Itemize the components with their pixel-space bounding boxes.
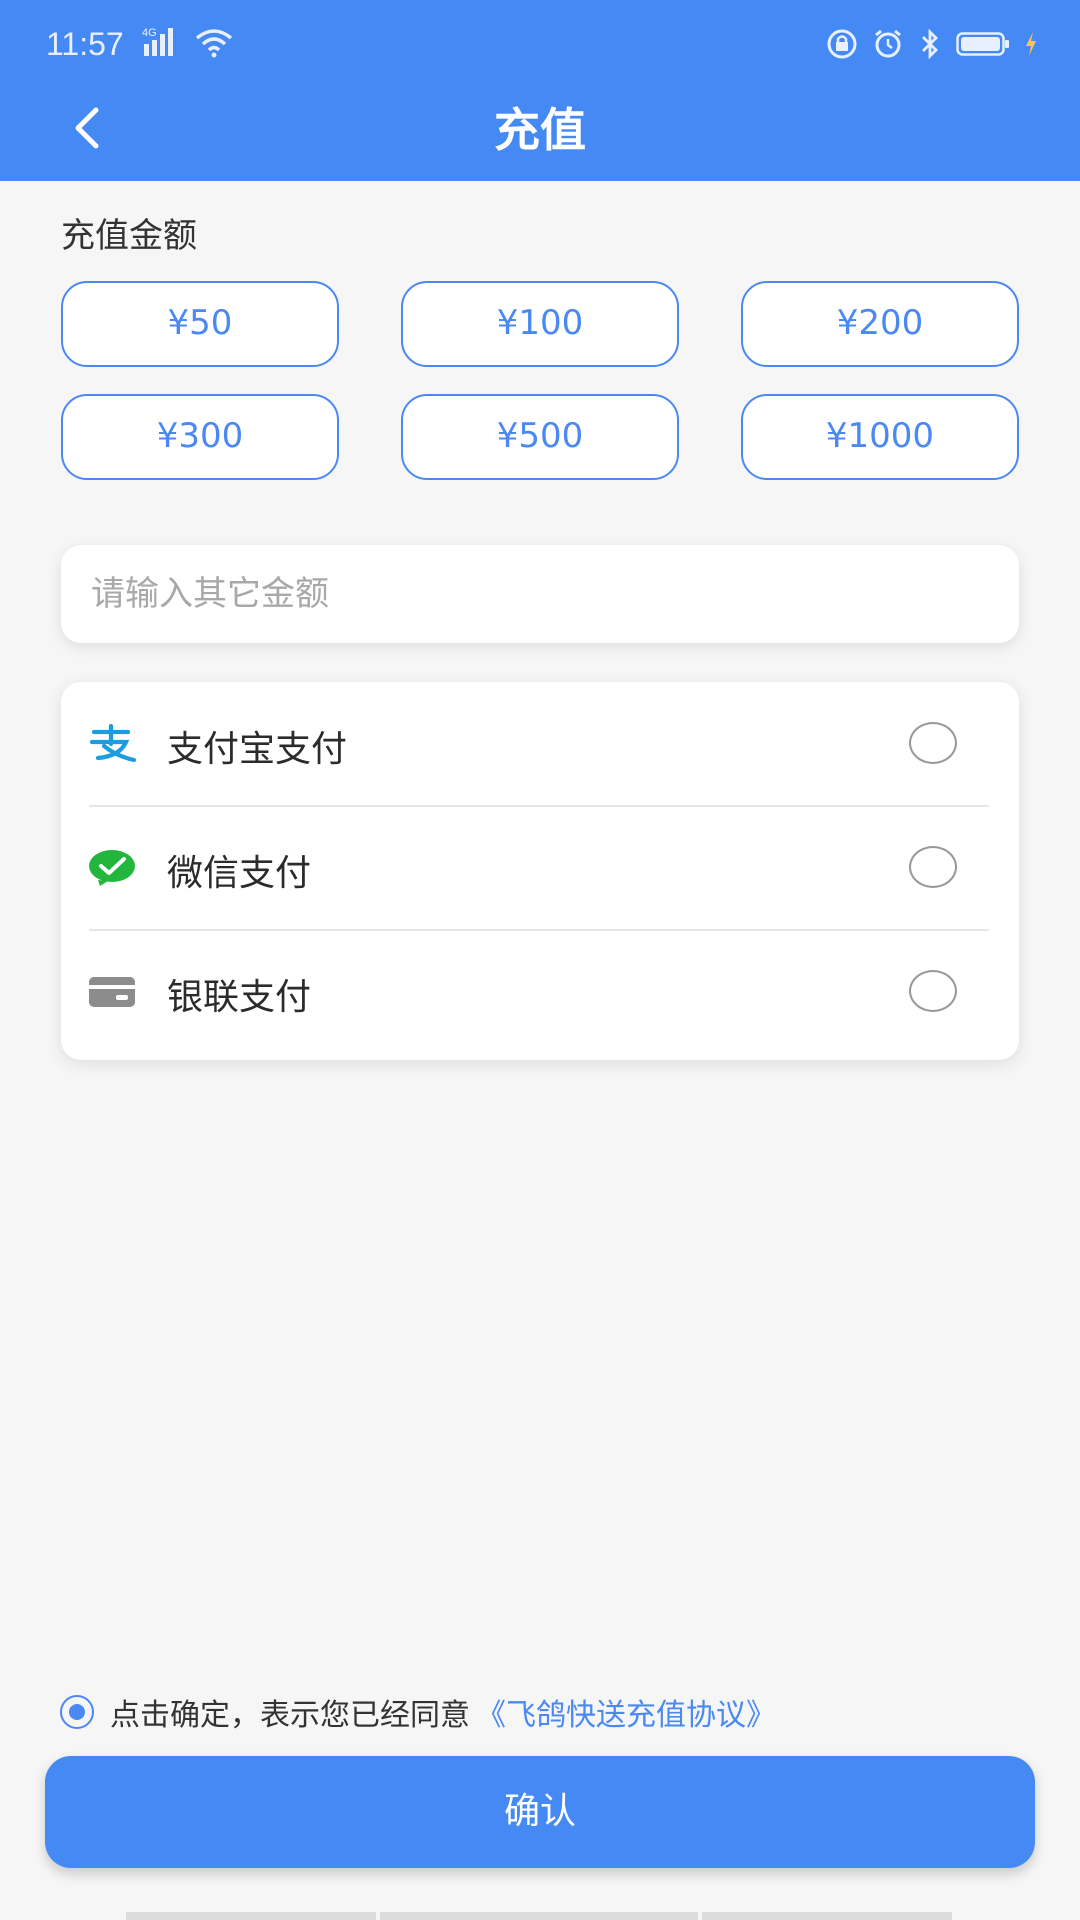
bluetooth-icon [918,28,942,64]
charging-icon [1024,31,1038,61]
agreement-link[interactable]: 《飞鸽快送充值协议》 [476,1690,776,1734]
payment-methods-card: 支付宝支付 微信支付 银联支付 [61,682,1019,1060]
title-bar: 充值 [0,92,1080,181]
amount-options: ¥50 ¥100 ¥200 ¥300 ¥500 ¥1000 [61,281,1019,481]
nav-gesture-bar [380,1912,698,1920]
status-time: 11:57 [46,26,124,62]
custom-amount-input[interactable] [91,574,971,614]
battery-icon [956,31,1010,61]
amount-option-100[interactable]: ¥100 [401,281,679,367]
app-header: 11:57 4G 充值 [0,0,1080,181]
custom-amount-card [61,545,1019,643]
payment-radio-alipay[interactable] [909,722,957,764]
payment-radio-wechat[interactable] [909,846,957,888]
nav-gesture-bar [126,1912,376,1920]
agreement-row: 点击确定，表示您已经同意 《飞鸽快送充值协议》 [60,1689,776,1735]
payment-option-wechat[interactable]: 微信支付 [61,806,1019,930]
amount-option-200[interactable]: ¥200 [741,281,1019,367]
wifi-icon [194,28,234,62]
status-right-icons [826,28,1038,64]
payment-option-alipay[interactable]: 支付宝支付 [61,682,1019,806]
amount-option-50[interactable]: ¥50 [61,281,339,367]
payment-option-unionpay[interactable]: 银联支付 [61,930,1019,1054]
amount-option-300[interactable]: ¥300 [61,394,339,480]
status-left-icons: 4G [142,27,234,62]
payment-label-unionpay: 银联支付 [167,977,312,1018]
wechat-pay-icon [88,844,136,892]
nav-gesture-bar [702,1912,952,1920]
network-type: 4G [142,27,157,39]
payment-label-wechat: 微信支付 [167,853,312,894]
agreement-checkbox[interactable] [60,1695,94,1729]
status-bar: 11:57 4G [0,0,1080,92]
confirm-button[interactable]: 确认 [45,1756,1035,1868]
bank-card-icon [88,968,136,1016]
payment-label-alipay: 支付宝支付 [167,729,348,770]
amount-option-500[interactable]: ¥500 [401,394,679,480]
agreement-text: 点击确定，表示您已经同意 [110,1698,470,1733]
payment-radio-unionpay[interactable] [909,970,957,1012]
page-title: 充值 [494,103,586,157]
amount-option-1000[interactable]: ¥1000 [741,394,1019,480]
alipay-icon [88,720,136,768]
lock-rotation-icon [826,28,858,64]
agreement-checked-dot [69,1704,85,1720]
alarm-icon [872,28,904,64]
signal-icon: 4G [142,24,182,62]
amount-section-label: 充值金额 [61,216,197,256]
